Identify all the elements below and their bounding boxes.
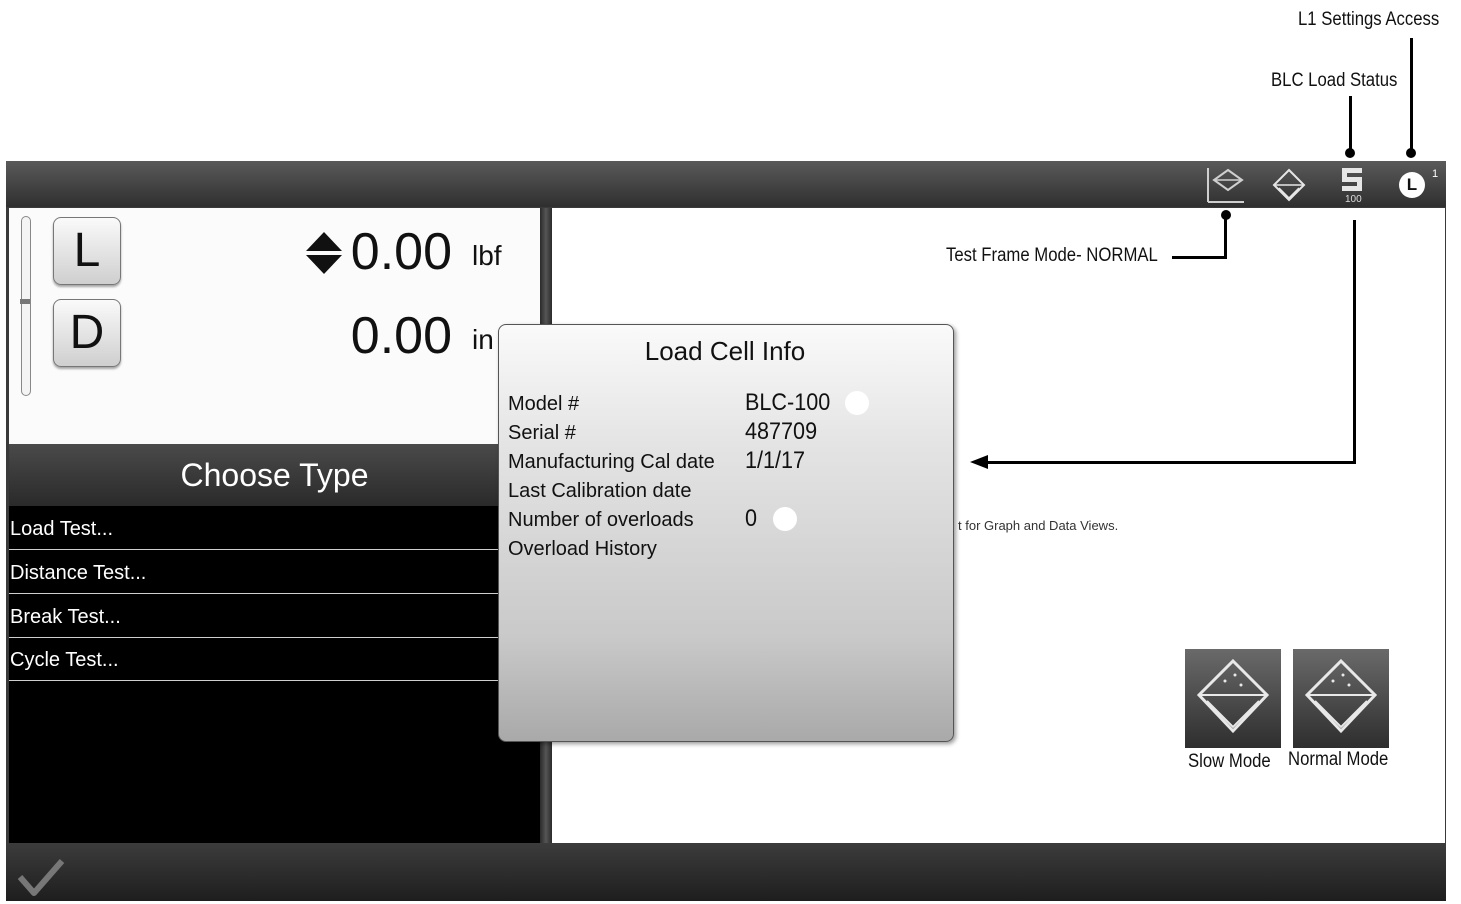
readout-slider[interactable] bbox=[21, 216, 31, 396]
bottom-toolbar bbox=[6, 843, 1446, 901]
number-of-overloads-value: 0 bbox=[745, 505, 758, 532]
distance-value: 0.00 bbox=[350, 307, 452, 365]
speed-mode-icon[interactable] bbox=[1271, 168, 1307, 202]
serial-value: 487709 bbox=[745, 418, 818, 445]
test-frame-mode-leader-vertical bbox=[1224, 214, 1227, 259]
settings-access-annotation: L1 Settings Access bbox=[1298, 9, 1440, 30]
model-indicator bbox=[845, 391, 869, 415]
choose-type-header: Choose Type bbox=[9, 444, 540, 506]
test-frame-mode-icon[interactable] bbox=[1204, 166, 1246, 204]
distance-button[interactable]: D bbox=[53, 299, 121, 367]
load-unit: lbf bbox=[472, 240, 502, 271]
confirm-check-icon[interactable] bbox=[16, 855, 66, 899]
list-item-break-test[interactable]: Break Test... bbox=[9, 594, 499, 638]
last-calibration-date-label: Last Calibration date bbox=[508, 480, 692, 502]
list-item-load-test[interactable]: Load Test... bbox=[9, 506, 499, 550]
blc-load-status-leader bbox=[1349, 96, 1352, 150]
settings-access-leader-dot bbox=[1406, 148, 1416, 158]
manufacturing-cal-date-value: 1/1/17 bbox=[745, 447, 806, 474]
overload-history-label: Overload History bbox=[508, 538, 657, 560]
test-type-list: Load Test... Distance Test... Break Test… bbox=[9, 506, 540, 843]
list-item-cycle-test[interactable]: Cycle Test... bbox=[9, 637, 499, 681]
number-of-overloads-label: Number of overloads bbox=[508, 509, 694, 531]
overloads-indicator bbox=[773, 507, 797, 531]
load-button[interactable]: L bbox=[53, 217, 121, 285]
settings-access-leader bbox=[1410, 38, 1413, 150]
test-frame-mode-leader-horizontal bbox=[1172, 256, 1227, 259]
graph-data-hint: t for Graph and Data Views. bbox=[958, 518, 1119, 533]
blc-load-status-annotation: BLC Load Status bbox=[1271, 70, 1398, 91]
model-label: Model # bbox=[508, 393, 580, 415]
test-frame-mode-annotation: Test Frame Mode- NORMAL bbox=[946, 245, 1158, 266]
readout-slider-notch[interactable] bbox=[20, 299, 30, 304]
load-value: 0.00 bbox=[350, 223, 452, 281]
normal-mode-button[interactable] bbox=[1293, 649, 1389, 748]
load-cell-info-dialog bbox=[498, 324, 954, 742]
blc-popup-leader-arrowhead bbox=[970, 453, 988, 471]
dialog-title: Load Cell Info bbox=[644, 336, 806, 366]
list-item-distance-test[interactable]: Distance Test... bbox=[9, 550, 499, 594]
distance-unit: in bbox=[472, 324, 494, 355]
slow-mode-label: Slow Mode bbox=[1188, 751, 1271, 772]
normal-mode-label: Normal Mode bbox=[1288, 749, 1389, 770]
manufacturing-cal-date-label: Manufacturing Cal date bbox=[508, 451, 715, 473]
settings-access-icon[interactable]: L bbox=[1399, 172, 1425, 198]
blc-load-status-leader-dot bbox=[1345, 148, 1355, 158]
blc-load-status-value: 100 bbox=[1345, 194, 1362, 205]
blc-popup-leader-vertical bbox=[1353, 220, 1356, 464]
serial-label: Serial # bbox=[508, 422, 576, 444]
model-value: BLC-100 bbox=[745, 389, 831, 416]
blc-popup-leader-horizontal bbox=[984, 461, 1356, 464]
settings-access-superscript: 1 bbox=[1432, 168, 1439, 180]
slow-mode-button[interactable] bbox=[1185, 649, 1281, 748]
